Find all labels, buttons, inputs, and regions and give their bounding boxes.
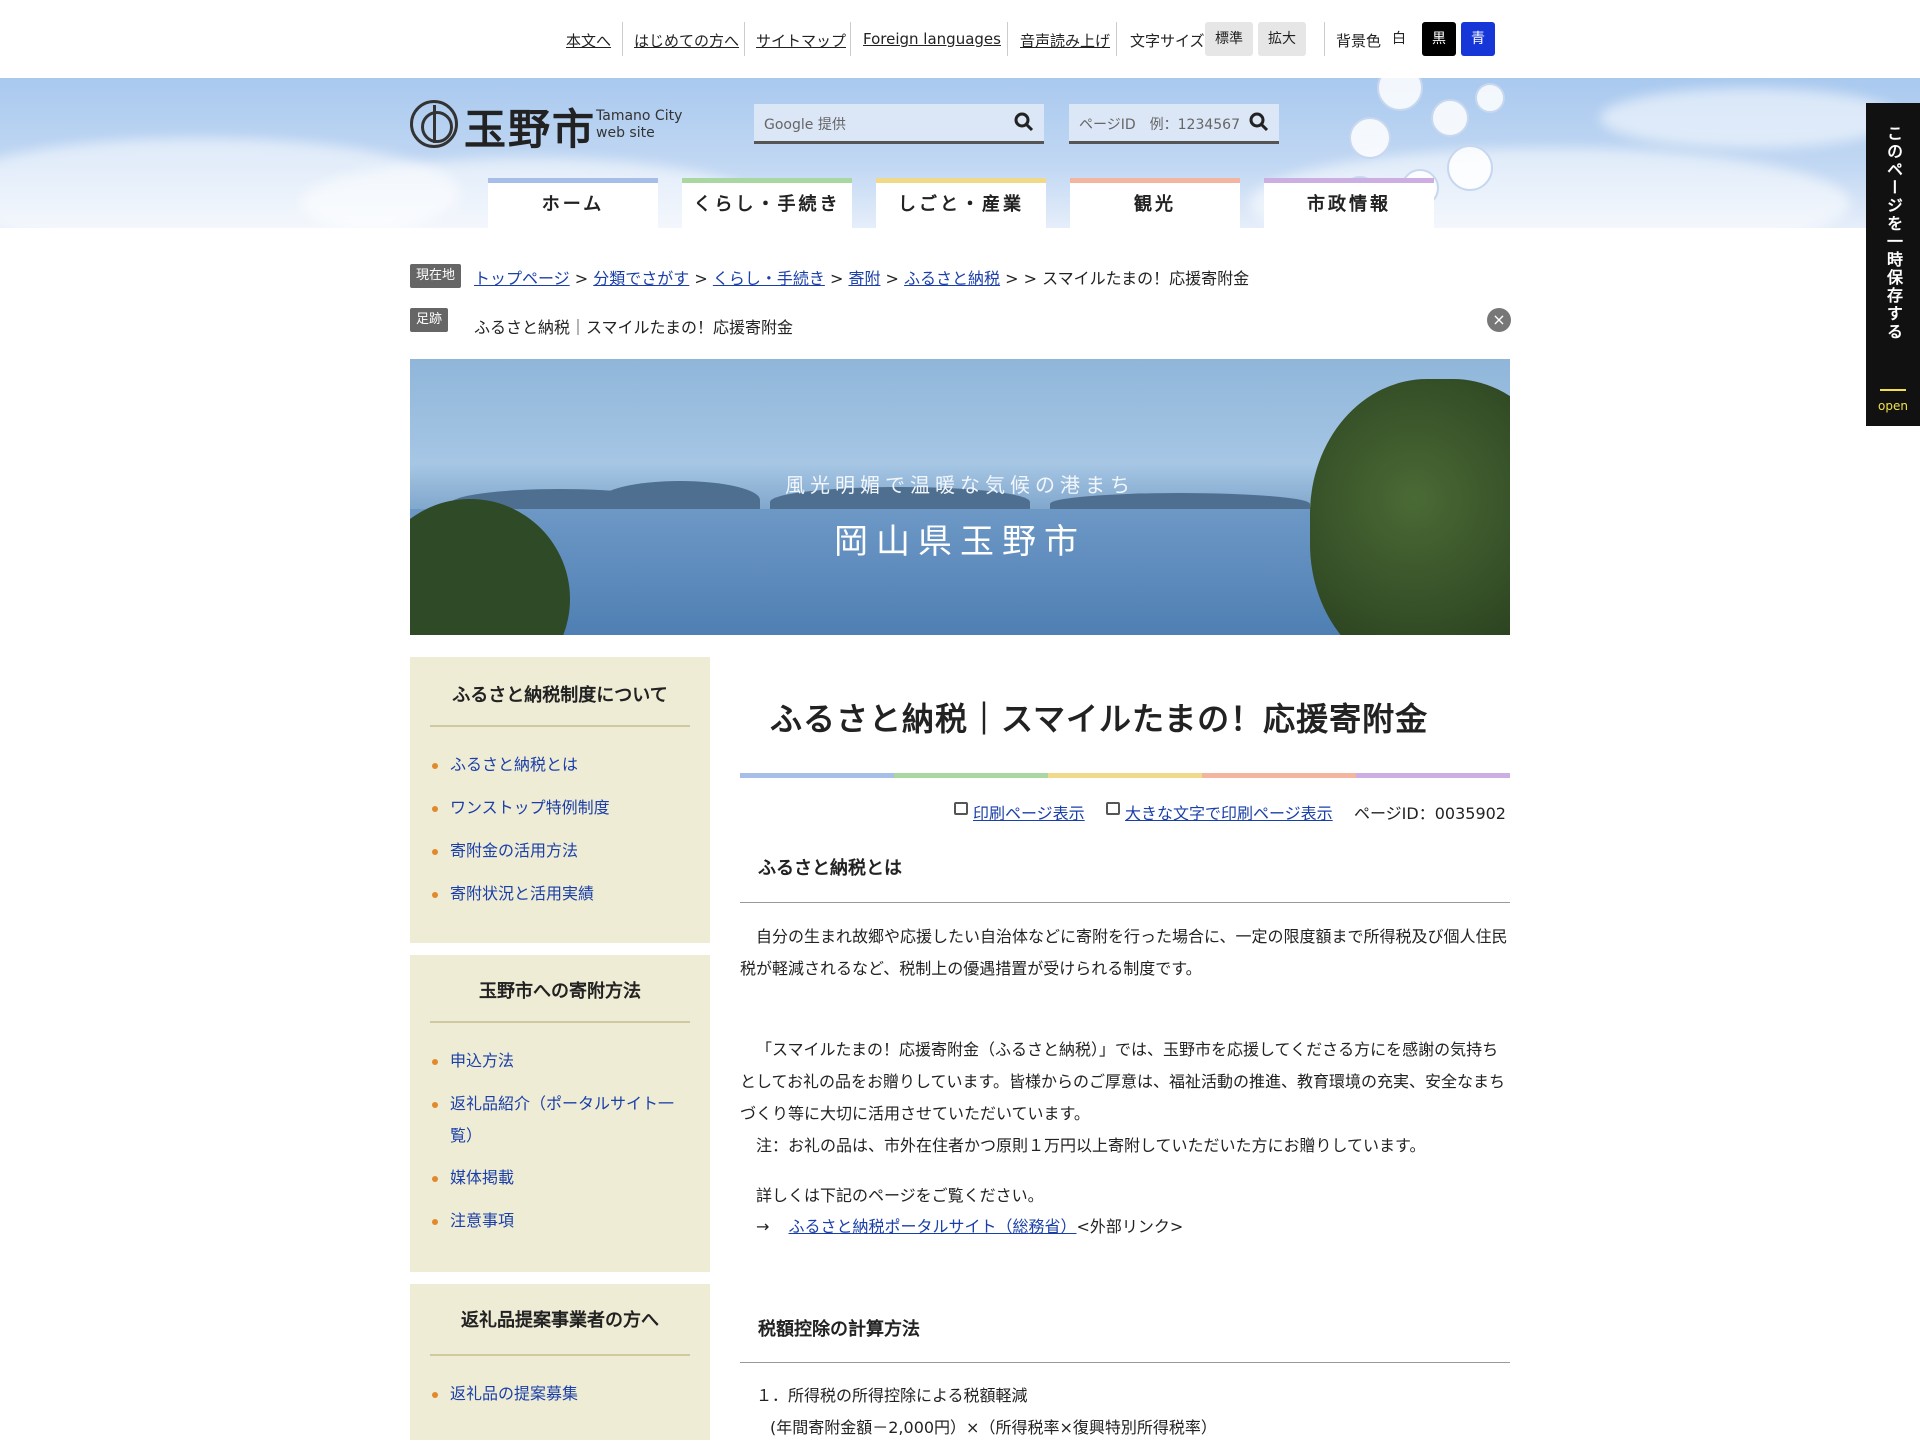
nav-tab-label: 市政情報	[1307, 194, 1391, 215]
side-link-notes[interactable]: 注意事項	[432, 1205, 690, 1237]
side-link-media[interactable]: 媒体掲載	[432, 1162, 690, 1194]
save-page-tab[interactable]: このページを一時保存する open	[1866, 103, 1920, 426]
nav-tab-city-govt[interactable]: 市政情報	[1264, 178, 1434, 228]
external-link-label: <外部リンク>	[1076, 1217, 1184, 1236]
paragraph: 「スマイルたまの！応援寄附金（ふるさと納税）」では、玉野市を応援してくださる方に…	[740, 1040, 1505, 1123]
side-menu-donation-method: 玉野市への寄附方法 申込方法 返礼品紹介（ポータルサイト一覧） 媒体掲載 注意事…	[410, 955, 710, 1272]
divider	[744, 22, 745, 56]
side-menu-system: ふるさと納税制度について ふるさと納税とは ワンストップ特例制度 寄附金の活用方…	[410, 657, 710, 943]
side-menu-suppliers: 返礼品提案事業者の方へ 返礼品の提案募集	[410, 1284, 710, 1440]
calc-formula: (年間寄附金額－2,000円）×（所得税率×復興特別所得税率）	[770, 1418, 1217, 1437]
first-time-link[interactable]: はじめての方へ	[634, 30, 739, 51]
divider	[740, 902, 1510, 903]
paragraph: 詳しくは下記のページをご覧ください。	[756, 1186, 1044, 1205]
divider	[1007, 22, 1008, 56]
nav-tab-label: 観光	[1134, 194, 1176, 215]
save-page-label: このページを一時保存する	[1884, 125, 1903, 341]
external-link-row: → ふるさと納税ポータルサイト（総務省）<外部リンク>	[756, 1211, 1526, 1243]
side-menu-heading: ふるさと納税制度について	[452, 685, 668, 706]
nav-tab-label: ホーム	[541, 194, 605, 215]
side-link-proposal[interactable]: 返礼品の提案募集	[432, 1378, 690, 1410]
nav-tab-work[interactable]: しごと・産業	[876, 178, 1046, 228]
printer-icon	[954, 802, 968, 815]
close-icon[interactable]: ×	[1487, 308, 1511, 332]
foreign-languages-link[interactable]: Foreign languages	[863, 30, 1001, 48]
nav-tab-label: しごと・産業	[898, 194, 1024, 215]
divider	[850, 22, 851, 56]
google-search-placeholder: Google 提供	[764, 117, 846, 133]
divider	[430, 725, 690, 727]
bg-blue-button[interactable]: 青	[1461, 22, 1495, 56]
divider	[430, 1021, 690, 1023]
divider	[740, 1362, 1510, 1363]
bg-white-button[interactable]: 白	[1382, 22, 1416, 56]
open-label: open	[1878, 399, 1908, 413]
bg-color-label: 背景色	[1336, 32, 1382, 50]
paragraph: 自分の生まれ故郷や応援したい自治体などに寄附を行った場合に、一定の限度額まで所得…	[740, 927, 1508, 978]
hero-subtitle: 風光明媚で温暖な気候の港まち	[785, 473, 1135, 497]
page-id-placeholder: ページID 例：1234567	[1079, 117, 1240, 133]
side-menu-heading: 玉野市への寄附方法	[479, 981, 641, 1002]
font-large-button[interactable]: 拡大	[1258, 22, 1306, 56]
divider	[1324, 22, 1325, 56]
section-heading: 税額控除の計算方法	[758, 1319, 920, 1340]
font-standard-button[interactable]: 標準	[1205, 22, 1253, 56]
hero-banner: 風光明媚で温暖な気候の港まち 岡山県玉野市	[410, 359, 1510, 635]
google-search-input[interactable]: Google 提供	[754, 104, 1044, 144]
print-large-link[interactable]: 大きな文字で印刷ページ表示	[1125, 800, 1333, 824]
utility-bar: 本文へ はじめての方へ サイトマップ Foreign languages 音声読…	[0, 0, 1920, 78]
breadcrumb-furusato[interactable]: ふるさと納税	[904, 269, 1000, 288]
side-link-gift-portal[interactable]: 返礼品紹介（ポータルサイト一覧）	[432, 1088, 690, 1152]
logo-sub-line: Tamano City	[596, 108, 683, 124]
note: 注：お礼の品は、市外在住者かつ原則１万円以上寄附していただいた方にお贈りしていま…	[756, 1136, 1426, 1155]
city-emblem-icon[interactable]	[410, 100, 458, 148]
side-menu-heading: 返礼品提案事業者の方へ	[461, 1310, 659, 1331]
divider	[430, 1354, 690, 1356]
breadcrumb-top[interactable]: トップページ	[474, 269, 570, 288]
site-logo-subtitle: Tamano City web site	[596, 108, 682, 142]
current-location-tag: 現在地	[410, 264, 462, 288]
nav-tab-label: くらし・手続き	[693, 194, 841, 215]
site-logo[interactable]: 玉野市	[464, 96, 596, 157]
footprint-tag: 足跡	[410, 308, 449, 332]
print-page-link[interactable]: 印刷ページ表示	[973, 800, 1085, 824]
breadcrumb-donation[interactable]: 寄附	[848, 269, 880, 288]
breadcrumb-category[interactable]: 分類でさがす	[593, 269, 689, 288]
font-size-label: 文字サイズ	[1130, 32, 1205, 50]
arrow-left-icon	[1880, 389, 1906, 391]
printer-icon	[1106, 802, 1120, 815]
skip-to-content-link[interactable]: 本文へ	[566, 30, 611, 51]
cloud-decoration	[1600, 88, 1900, 148]
side-link-what-is[interactable]: ふるさと納税とは	[432, 749, 690, 781]
search-icon[interactable]	[1014, 112, 1034, 132]
logo-sub-line: web site	[596, 125, 655, 141]
tree-decoration	[1310, 379, 1510, 635]
sitemap-link[interactable]: サイトマップ	[756, 30, 846, 51]
page-id-search-input[interactable]: ページID 例：1234567	[1069, 104, 1279, 144]
calc-item: １．所得税の所得控除による税額軽減	[756, 1386, 1028, 1405]
search-icon[interactable]	[1249, 112, 1269, 132]
side-link-one-stop[interactable]: ワンストップ特例制度	[432, 792, 690, 824]
side-link-results[interactable]: 寄附状況と活用実績	[432, 878, 690, 910]
nav-tab-tourism[interactable]: 観光	[1070, 178, 1240, 228]
title-underline	[740, 773, 1510, 778]
nav-tab-home[interactable]: ホーム	[488, 178, 658, 228]
speech-link[interactable]: 音声読み上げ	[1020, 30, 1110, 51]
nav-tab-living[interactable]: くらし・手続き	[682, 178, 852, 228]
divider	[622, 22, 623, 56]
soumu-portal-link[interactable]: ふるさと納税ポータルサイト（総務省）	[789, 1217, 1077, 1236]
breadcrumb-living[interactable]: くらし・手続き	[713, 269, 825, 288]
arrow-icon: →	[756, 1217, 770, 1236]
bg-black-button[interactable]: 黒	[1422, 22, 1456, 56]
page-id: ページID：0035902	[1354, 804, 1506, 823]
side-link-usage[interactable]: 寄附金の活用方法	[432, 835, 690, 867]
footprint-item[interactable]: ふるさと納税｜スマイルたまの！応援寄附金	[474, 314, 793, 338]
side-link-apply[interactable]: 申込方法	[432, 1045, 690, 1077]
divider	[1116, 22, 1117, 56]
hero-title: 岡山県玉野市	[834, 522, 1086, 562]
section-heading: ふるさと納税とは	[758, 858, 902, 879]
breadcrumb: トップページ > 分類でさがす > くらし・手続き > 寄附 > ふるさと納税 …	[474, 269, 1250, 288]
page-title: ふるさと納税｜スマイルたまの！応援寄附金	[770, 700, 1429, 738]
breadcrumb-current: スマイルたまの！応援寄附金	[1042, 269, 1250, 288]
